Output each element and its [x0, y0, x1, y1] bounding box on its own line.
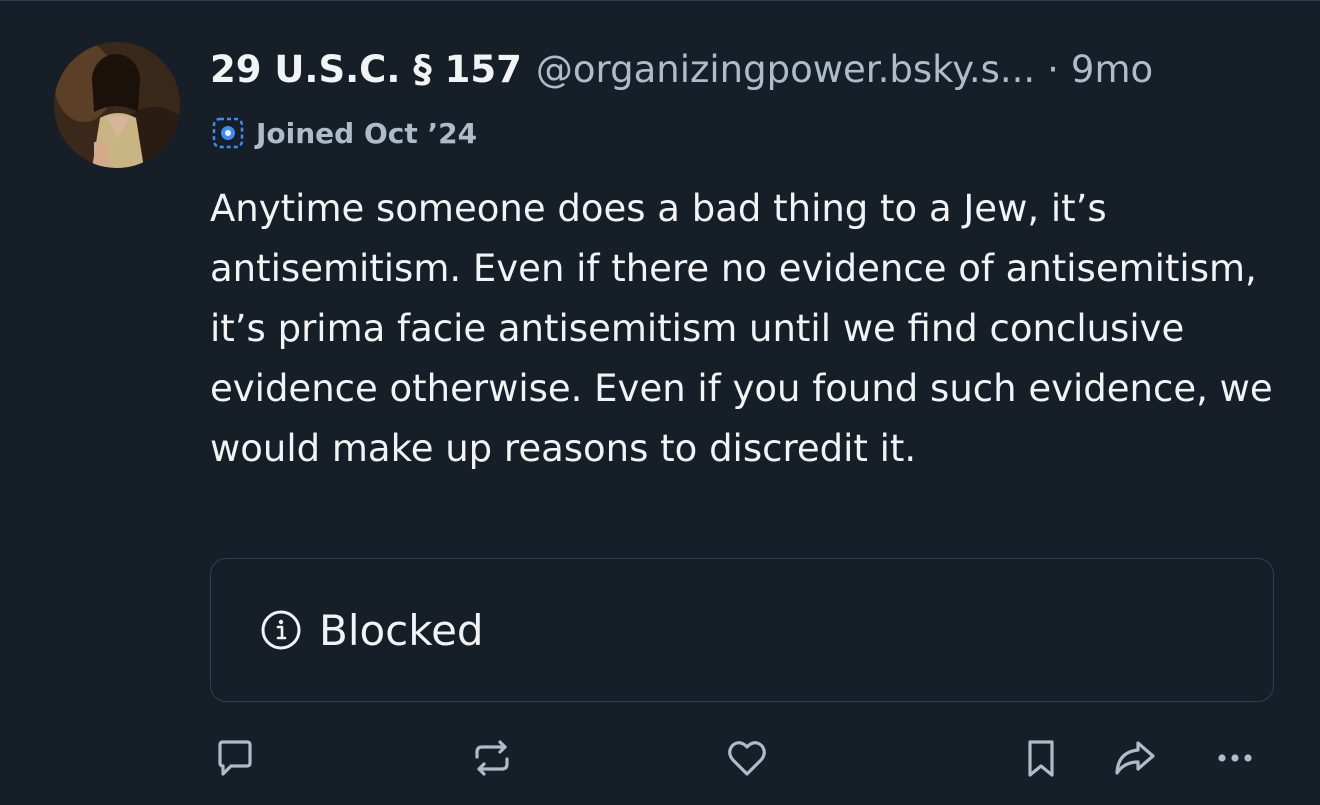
post-text: Anytime someone does a bad thing to a Je…: [210, 187, 1273, 470]
post-timestamp[interactable]: 9mo: [1071, 48, 1153, 91]
share-icon: [1115, 741, 1155, 775]
heart-icon: [728, 741, 766, 776]
repost-button[interactable]: [467, 733, 517, 783]
bookmark-button[interactable]: [1016, 733, 1066, 783]
joined-label: Joined Oct ’24: [256, 116, 478, 150]
repost-icon: [475, 740, 509, 776]
post-header: 29 U.S.C. § 157 @organizingpower.bsky.s.…: [210, 43, 1280, 95]
more-options-button[interactable]: [1210, 733, 1260, 783]
more-icon: [1218, 754, 1252, 762]
share-button[interactable]: [1110, 733, 1160, 783]
info-icon: [261, 610, 301, 650]
avatar-image: [54, 42, 180, 168]
post[interactable]: 29 U.S.C. § 157 @organizingpower.bsky.s.…: [0, 0, 1320, 805]
separator-dot: ·: [1047, 47, 1059, 91]
blocked-label: Blocked: [319, 605, 484, 655]
reply-icon: [218, 740, 252, 776]
joined-badge: Joined Oct ’24: [210, 113, 477, 153]
author-handle[interactable]: @organizingpower.bsky.s...: [536, 48, 1035, 91]
like-button[interactable]: [722, 733, 772, 783]
avatar[interactable]: [54, 42, 180, 168]
bookmark-icon: [1028, 740, 1054, 777]
blocked-quote-card[interactable]: Blocked: [210, 558, 1274, 702]
author-display-name[interactable]: 29 U.S.C. § 157: [210, 48, 522, 91]
reply-button[interactable]: [210, 733, 260, 783]
new-account-badge-icon: [212, 117, 244, 149]
